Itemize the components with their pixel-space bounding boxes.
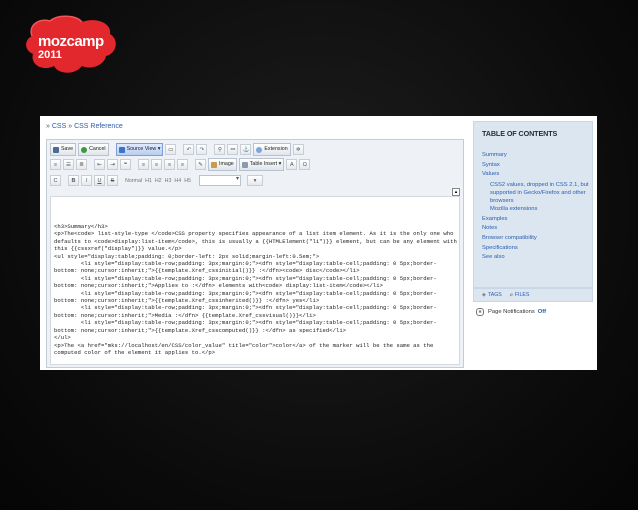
format-h1-option[interactable]: H1	[145, 178, 152, 184]
table-insert-button[interactable]: Table Insert ▾	[238, 158, 285, 171]
cancel-icon	[81, 146, 88, 153]
breadcrumb-separator: »	[46, 123, 50, 130]
numbered-list-icon[interactable]: ≡	[50, 159, 61, 170]
files-label: FILES	[514, 292, 530, 298]
logo-text-mozcamp: mozcamp	[38, 33, 104, 50]
unlink-icon[interactable]: ⚯	[227, 144, 239, 155]
align-center-icon[interactable]: ≡	[151, 159, 162, 170]
image-icon	[211, 161, 217, 168]
table-icon	[241, 161, 248, 168]
breadcrumb-css[interactable]: CSS	[52, 123, 66, 130]
toc-link-summary[interactable]: Summary	[482, 151, 590, 161]
breadcrumb-separator: »	[68, 123, 73, 130]
image-button[interactable]: Image	[208, 158, 237, 171]
strikethrough-icon[interactable]: S	[107, 175, 118, 186]
pencil-icon[interactable]: ✎	[195, 159, 206, 170]
tags-files-bar: ◈ TAGS ⌀ FILES	[473, 288, 593, 302]
toc-title: TABLE OF CONTENTS	[482, 129, 558, 138]
toc-link-notes[interactable]: Notes	[482, 224, 590, 234]
settings-icon: ✱	[476, 308, 484, 316]
toc-link-syntax[interactable]: Syntax	[482, 161, 590, 171]
toc-link-mozilla-extensions[interactable]: Mozilla extensions	[482, 205, 590, 213]
extension-icon	[256, 146, 263, 153]
align-justify-icon[interactable]: ≡	[177, 159, 188, 170]
align-right-icon[interactable]: ≡	[164, 159, 175, 170]
undo-icon[interactable]: ↶	[183, 144, 195, 155]
table-label: Table	[249, 161, 263, 167]
tag-icon: ◈	[482, 292, 486, 298]
toolbar-row-3: C B I U S Normal H1 H2 H3 H4 H5 ▾	[50, 174, 265, 187]
toolbar-row-1: Save Cancel Source View ▾ ▭ ↶ ↷ ⚲ ⚯ ⚓ Ex…	[50, 143, 306, 156]
toc-link-browser-compatibility[interactable]: Browser compatibility	[482, 234, 590, 244]
special-char-icon[interactable]: Ω	[299, 159, 311, 170]
settings-icon[interactable]: ✲	[292, 144, 304, 155]
image-label: Image	[219, 161, 234, 167]
cancel-button[interactable]: Cancel	[78, 143, 109, 156]
save-button[interactable]: Save	[50, 143, 77, 156]
format-h2-option[interactable]: H2	[155, 178, 162, 184]
toc-link-see-also[interactable]: See also	[482, 253, 590, 263]
link-icon[interactable]: ⚲	[214, 144, 226, 155]
toc-link-values[interactable]: Values	[482, 170, 590, 180]
outdent-icon[interactable]: ⇤	[94, 159, 105, 170]
page-notifications-state[interactable]: Off	[538, 309, 546, 315]
document-icon[interactable]: ▭	[165, 144, 177, 155]
source-code-content: <h3>Summary</h3> <p>The<code> list-style…	[54, 223, 457, 356]
indent-icon[interactable]: ⇥	[107, 159, 118, 170]
format-h3-option[interactable]: H3	[165, 178, 172, 184]
save-icon	[53, 146, 59, 153]
font-color-icon[interactable]: A	[286, 159, 298, 170]
source-view-button[interactable]: Source View ▾	[115, 143, 164, 156]
mozcamp-logo: mozcamp 2011	[24, 14, 120, 80]
editor-screenshot: » CSS » CSS Reference Save Cancel Source…	[40, 116, 597, 370]
toc-link-css2-values[interactable]: CSS2 values, dropped in CSS 2.1, but sup…	[482, 181, 590, 205]
format-normal-option[interactable]: Normal	[125, 178, 142, 184]
definition-list-icon[interactable]: ≣	[76, 159, 87, 170]
paperclip-icon: ⌀	[509, 292, 513, 298]
save-label: Save	[61, 146, 74, 152]
align-left-icon[interactable]: ≡	[138, 159, 149, 170]
format-h5-option[interactable]: H5	[184, 178, 191, 184]
breadcrumb-css-reference[interactable]: CSS Reference	[74, 123, 123, 130]
source-label: Source	[126, 146, 144, 152]
bold-icon[interactable]: B	[68, 175, 79, 186]
blockquote-icon[interactable]: ❝	[120, 159, 131, 170]
table-of-contents: TABLE OF CONTENTS Summary Syntax Values …	[473, 121, 593, 288]
page-notifications-toggle[interactable]: ✱ Page Notifications Off	[476, 308, 546, 316]
insert-label: Insert	[263, 161, 278, 167]
toc-link-examples[interactable]: Examples	[482, 215, 590, 225]
tags-label: TAGS	[488, 292, 502, 298]
extension-label: Extension	[264, 146, 288, 152]
logo-text-year: 2011	[38, 49, 62, 61]
underline-icon[interactable]: U	[94, 175, 105, 186]
italic-icon[interactable]: I	[81, 175, 92, 186]
tags-link[interactable]: ◈ TAGS	[482, 292, 502, 298]
cancel-label: Cancel	[89, 146, 106, 152]
style-select[interactable]	[198, 175, 241, 186]
bulleted-list-icon[interactable]: ☰	[63, 159, 74, 170]
source-textarea[interactable]: <h3>Summary</h3> <p>The<code> list-style…	[50, 196, 460, 365]
redo-icon[interactable]: ↷	[196, 144, 208, 155]
breadcrumb: » CSS » CSS Reference	[46, 123, 123, 130]
toc-list: Summary Syntax Values CSS2 values, dropp…	[482, 151, 590, 263]
page-notifications-label: Page Notifications	[488, 309, 535, 315]
collapse-toolbar-icon[interactable]: ▴	[452, 188, 460, 196]
anchor-icon[interactable]: ⚓	[240, 144, 252, 155]
view-label: View	[144, 146, 157, 152]
rich-text-editor: Save Cancel Source View ▾ ▭ ↶ ↷ ⚲ ⚯ ⚓ Ex…	[46, 139, 464, 368]
more-options-icon[interactable]: ▾	[246, 175, 263, 186]
extension-button[interactable]: Extension	[253, 143, 291, 156]
toc-link-specifications[interactable]: Specifications	[482, 244, 590, 254]
files-link[interactable]: ⌀ FILES	[510, 292, 530, 298]
code-icon[interactable]: C	[50, 175, 61, 186]
format-h4-option[interactable]: H4	[174, 178, 181, 184]
toolbar-row-2: ≡ ☰ ≣ ⇤ ⇥ ❝ ≡ ≡ ≡ ≡ ✎ Image Table Insert…	[50, 158, 312, 171]
source-icon	[118, 146, 125, 153]
